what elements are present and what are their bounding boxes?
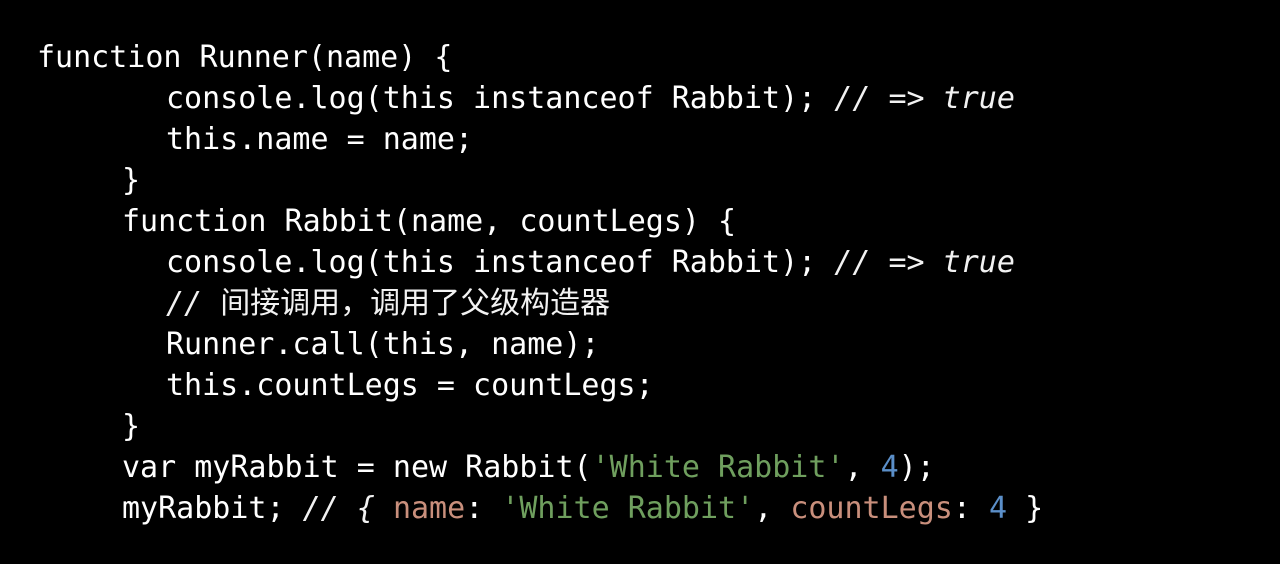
code-token-comment: // { xyxy=(302,491,393,526)
code-token-plain: ); xyxy=(898,450,935,485)
code-token-plain: console.log(this instanceof Rabbit); xyxy=(166,81,835,116)
code-token-comment: // => true xyxy=(834,245,1015,280)
code-token-key: name xyxy=(392,491,466,526)
code-line[interactable]: // 间接调用，调用了父级构造器 xyxy=(0,283,1280,324)
code-token-plain: : xyxy=(465,491,502,526)
code-token-plain: function Rabbit(name, countLegs) { xyxy=(122,204,737,239)
code-line[interactable]: } xyxy=(0,160,1280,201)
code-token-plain: console.log(this instanceof Rabbit); xyxy=(166,245,835,280)
code-line[interactable]: var myRabbit = new Rabbit('White Rabbit'… xyxy=(0,447,1280,488)
code-block[interactable]: function Runner(name) {console.log(this … xyxy=(0,0,1280,564)
code-token-string: 'White Rabbit' xyxy=(591,450,845,485)
code-line[interactable]: console.log(this instanceof Rabbit); // … xyxy=(0,242,1280,283)
code-line[interactable]: function Runner(name) { xyxy=(0,37,1280,78)
code-token-number: 4 xyxy=(880,450,899,485)
code-line[interactable]: myRabbit; // { name: 'White Rabbit', cou… xyxy=(0,488,1280,529)
code-line[interactable]: Runner.call(this, name); xyxy=(0,324,1280,365)
code-line[interactable]: function Rabbit(name, countLegs) { xyxy=(0,201,1280,242)
code-token-plain: this.name = name; xyxy=(166,122,474,157)
code-token-plain: } xyxy=(122,409,141,444)
code-token-cjk: 间接调用，调用了父级构造器 xyxy=(220,286,611,321)
code-token-plain: } xyxy=(122,163,141,198)
code-line[interactable]: } xyxy=(0,406,1280,447)
code-token-plain: var myRabbit = new Rabbit( xyxy=(122,450,592,485)
code-token-plain: , xyxy=(754,491,791,526)
code-line[interactable]: this.name = name; xyxy=(0,119,1280,160)
code-line[interactable]: console.log(this instanceof Rabbit); // … xyxy=(0,78,1280,119)
code-token-key: countLegs xyxy=(790,491,953,526)
code-token-plain: this.countLegs = countLegs; xyxy=(166,368,654,403)
code-token-plain: myRabbit; xyxy=(122,491,303,526)
code-token-plain: } xyxy=(1007,491,1044,526)
code-token-comment: // xyxy=(166,286,221,321)
code-token-number: 4 xyxy=(989,491,1008,526)
code-token-string: 'White Rabbit' xyxy=(501,491,755,526)
code-token-comment: // => true xyxy=(834,81,1015,116)
code-token-plain: function Runner(name) { xyxy=(37,40,453,75)
code-token-plain: : xyxy=(952,491,989,526)
code-line[interactable]: this.countLegs = countLegs; xyxy=(0,365,1280,406)
code-token-plain: , xyxy=(844,450,881,485)
code-token-plain: Runner.call(this, name); xyxy=(166,327,600,362)
